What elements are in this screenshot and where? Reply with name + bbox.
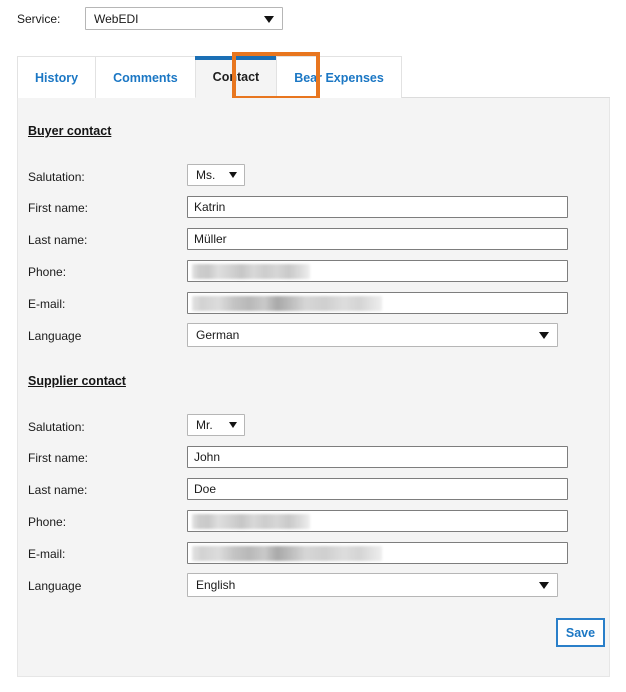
tab-comments[interactable]: Comments: [95, 56, 196, 98]
supplier-first-name-value: John: [194, 450, 221, 464]
buyer-contact-heading: Buyer contact: [28, 124, 112, 138]
supplier-language-value: English: [196, 578, 236, 592]
buyer-phone-input[interactable]: [187, 260, 568, 282]
chevron-down-icon: [539, 582, 549, 589]
buyer-language-select[interactable]: German: [187, 323, 558, 347]
supplier-email-redacted-value: [192, 546, 382, 561]
supplier-last-name-label: Last name:: [28, 483, 88, 497]
save-button-label: Save: [565, 625, 596, 640]
supplier-salutation-label: Salutation:: [28, 420, 85, 434]
service-label: Service:: [17, 12, 61, 26]
buyer-email-label: E-mail:: [28, 297, 66, 311]
supplier-email-input[interactable]: [187, 542, 568, 564]
supplier-last-name-input[interactable]: Doe: [187, 478, 568, 500]
supplier-email-label: E-mail:: [28, 547, 66, 561]
buyer-salutation-value: Ms.: [196, 168, 216, 182]
buyer-language-value: German: [196, 328, 240, 342]
tab-history[interactable]: History: [17, 56, 97, 98]
service-select[interactable]: WebEDI: [85, 7, 283, 30]
buyer-salutation-label: Salutation:: [28, 170, 85, 184]
chevron-down-icon: [264, 16, 274, 23]
supplier-language-select[interactable]: English: [187, 573, 558, 597]
tab-contact-label: Contact: [212, 70, 260, 84]
buyer-last-name-value: Müller: [194, 232, 227, 246]
tab-bar: History Comments Contact Bear Expenses: [17, 56, 610, 98]
chevron-down-icon: [229, 422, 237, 428]
supplier-phone-input[interactable]: [187, 510, 568, 532]
buyer-first-name-input[interactable]: Katrin: [187, 196, 568, 218]
tab-comments-label: Comments: [113, 70, 178, 85]
buyer-phone-redacted-value: [192, 264, 310, 279]
supplier-phone-redacted-value: [192, 514, 310, 529]
service-select-value: WebEDI: [94, 12, 139, 26]
chevron-down-icon: [229, 172, 237, 178]
supplier-phone-label: Phone:: [28, 515, 67, 529]
buyer-first-name-label: First name:: [28, 201, 89, 215]
supplier-language-label: Language: [28, 579, 82, 593]
buyer-last-name-label: Last name:: [28, 233, 88, 247]
supplier-salutation-value: Mr.: [196, 418, 213, 432]
buyer-email-input[interactable]: [187, 292, 568, 314]
service-row: Service: WebEDI: [0, 0, 626, 52]
buyer-phone-label: Phone:: [28, 265, 67, 279]
tab-bear-expenses-label: Bear Expenses: [294, 70, 384, 85]
supplier-last-name-value: Doe: [194, 482, 217, 496]
buyer-language-label: Language: [28, 329, 82, 343]
tab-contact[interactable]: Contact: [194, 56, 278, 98]
supplier-first-name-label: First name:: [28, 451, 89, 465]
contact-form-panel: Buyer contact Salutation: Ms. First name…: [17, 98, 610, 677]
supplier-first-name-input[interactable]: John: [187, 446, 568, 468]
buyer-email-redacted-value: [192, 296, 382, 311]
supplier-contact-heading: Supplier contact: [28, 374, 126, 388]
tab-bear-expenses[interactable]: Bear Expenses: [276, 56, 402, 98]
supplier-salutation-select[interactable]: Mr.: [187, 414, 245, 436]
save-button[interactable]: Save: [556, 618, 605, 647]
tab-history-label: History: [35, 70, 79, 85]
chevron-down-icon: [539, 332, 549, 339]
buyer-salutation-select[interactable]: Ms.: [187, 164, 245, 186]
buyer-last-name-input[interactable]: Müller: [187, 228, 568, 250]
buyer-first-name-value: Katrin: [194, 200, 226, 214]
